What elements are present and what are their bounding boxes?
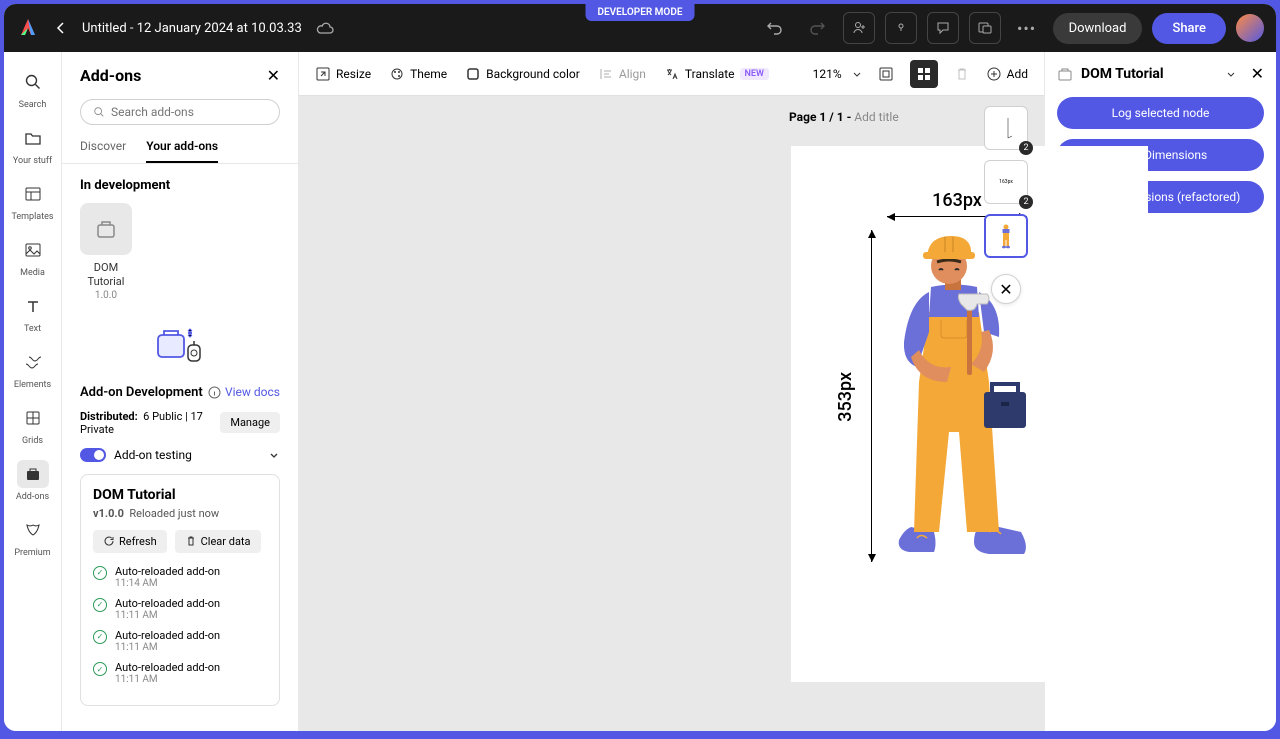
close-addon-panel-button[interactable]: ✕ xyxy=(1251,64,1264,83)
refresh-button[interactable]: Refresh xyxy=(93,530,167,553)
rail-elements[interactable]: Elements xyxy=(9,342,57,396)
tab-discover[interactable]: Discover xyxy=(80,139,126,163)
resize-tool[interactable]: Resize xyxy=(315,66,371,82)
page-thumbnails: 2 163px2 ✕ xyxy=(984,106,1028,304)
help-button[interactable] xyxy=(885,12,917,44)
invite-button[interactable] xyxy=(843,12,875,44)
search-addons-input[interactable] xyxy=(80,99,280,125)
zoom-level[interactable]: 121% xyxy=(813,67,842,81)
zoom-dropdown-icon[interactable] xyxy=(852,69,862,79)
rail-grids[interactable]: Grids xyxy=(9,398,57,452)
bgcolor-tool[interactable]: Background color xyxy=(465,66,580,82)
rail-text[interactable]: Text xyxy=(9,286,57,340)
document-title[interactable]: Untitled - 12 January 2024 at 10.03.33 xyxy=(82,21,302,36)
addons-panel: Add-ons ✕ Discover Your add-ons In devel… xyxy=(62,52,299,731)
dimension-height-label: 353px xyxy=(835,372,856,422)
thumbnail-1[interactable]: 2 xyxy=(984,106,1028,150)
clear-data-button[interactable]: Clear data xyxy=(175,530,261,553)
rail-your-stuff[interactable]: Your stuff xyxy=(9,118,57,172)
chevron-down-icon[interactable] xyxy=(268,449,280,461)
log-selected-node-button[interactable]: Log selected node xyxy=(1057,97,1264,129)
back-button[interactable] xyxy=(48,15,74,41)
user-avatar[interactable] xyxy=(1236,14,1264,42)
theme-tool[interactable]: Theme xyxy=(389,66,447,82)
view-mode-button[interactable] xyxy=(872,60,900,88)
thumbnail-2[interactable]: 163px2 xyxy=(984,160,1028,204)
share-button[interactable]: Share xyxy=(1152,13,1226,44)
dimension-height-line xyxy=(871,230,872,562)
chevron-down-icon[interactable] xyxy=(1225,68,1237,80)
close-panel-button[interactable]: ✕ xyxy=(267,66,280,85)
addon-icon xyxy=(80,203,132,255)
addon-dev-heading: Add-on Development xyxy=(80,385,221,400)
cloud-sync-icon xyxy=(316,21,334,35)
app-logo[interactable] xyxy=(16,16,40,40)
grid-view-button[interactable] xyxy=(910,60,938,88)
info-icon[interactable] xyxy=(208,386,221,399)
log-entry: ✓Auto-reloaded add-on11:11 AM xyxy=(93,629,267,653)
panel-title: Add-ons xyxy=(80,66,141,85)
dev-addon-card: DOM Tutorial v1.0.0 Reloaded just now Re… xyxy=(80,474,280,707)
page-indicator[interactable]: Page 1 / 1 - Add title xyxy=(789,110,899,124)
manage-button[interactable]: Manage xyxy=(220,412,280,433)
view-docs-link[interactable]: View docs xyxy=(225,385,280,399)
present-button[interactable] xyxy=(969,12,1001,44)
redo-button[interactable] xyxy=(801,12,833,44)
align-tool: Align xyxy=(598,66,646,82)
translate-tool[interactable]: TranslateNEW xyxy=(664,66,769,82)
add-page-button[interactable]: Add xyxy=(986,66,1028,82)
dev-illustration xyxy=(62,301,298,385)
rail-search[interactable]: Search xyxy=(9,62,57,116)
more-button[interactable]: ••• xyxy=(1011,12,1043,44)
left-rail: Search Your stuff Templates Media Text E… xyxy=(4,52,62,731)
developer-mode-badge: DEVELOPER MODE xyxy=(586,4,695,21)
search-icon xyxy=(93,105,105,119)
addon-icon xyxy=(1057,66,1073,82)
addon-tile-dom-tutorial[interactable]: DOM Tutorial 1.0.0 xyxy=(80,203,280,301)
rail-addons[interactable]: Add-ons xyxy=(9,454,57,508)
close-thumbnails-button[interactable]: ✕ xyxy=(991,274,1021,304)
download-button[interactable]: Download xyxy=(1053,13,1143,44)
rail-media[interactable]: Media xyxy=(9,230,57,284)
rail-premium[interactable]: Premium xyxy=(9,510,57,564)
log-entry: ✓Auto-reloaded add-on11:14 AM xyxy=(93,565,267,589)
comment-button[interactable] xyxy=(927,12,959,44)
addon-testing-toggle[interactable] xyxy=(80,448,106,462)
tab-your-addons[interactable]: Your add-ons xyxy=(146,139,218,163)
thumbnail-3[interactable] xyxy=(984,214,1028,258)
section-in-development: In development xyxy=(62,164,298,203)
canvas-area[interactable]: Resize Theme Background color Align Tran… xyxy=(299,52,1044,731)
log-entry: ✓Auto-reloaded add-on11:11 AM xyxy=(93,661,267,685)
log-entry: ✓Auto-reloaded add-on11:11 AM xyxy=(93,597,267,621)
delete-button xyxy=(948,60,976,88)
canvas-toolbar: Resize Theme Background color Align Tran… xyxy=(299,52,1044,96)
rail-templates[interactable]: Templates xyxy=(9,174,57,228)
undo-button[interactable] xyxy=(759,12,791,44)
